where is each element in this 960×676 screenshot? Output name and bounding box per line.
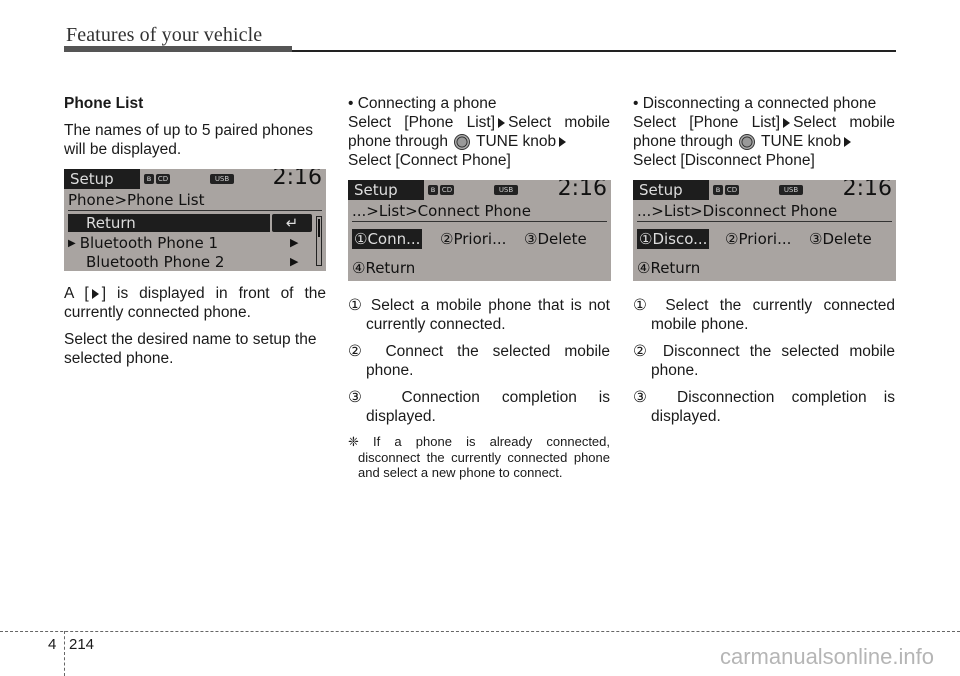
screen-breadcrumb: Phone>Phone List xyxy=(68,190,322,211)
disconnect-step-1: ① Select the currently connected mobile … xyxy=(633,297,895,333)
screen-clock: 2:16 xyxy=(557,180,607,201)
header-rule-thick xyxy=(64,46,292,52)
chevron-right-icon: ▶ xyxy=(290,255,299,268)
column-phone-list-notes: A [] is displayed in front of the curren… xyxy=(64,284,326,376)
header-rule-thin xyxy=(292,50,896,52)
bluetooth-icon: ʙ xyxy=(428,185,438,195)
chevron-right-icon: ▶ xyxy=(290,236,299,249)
screen-mode-label: Setup xyxy=(633,180,709,200)
phone-list-intro: The names of up to 5 paired phones will … xyxy=(64,122,314,158)
connect-step-3: ③ Connection completion is displayed. xyxy=(348,389,610,425)
list-item-label: Bluetooth Phone 2 xyxy=(86,253,225,271)
option-priority[interactable]: ②Priori... xyxy=(440,229,506,249)
disconnect-instructions: Select [Phone List] Select mobile phone t… xyxy=(633,114,896,169)
connect-note: ❈ If a phone is already connected, disco… xyxy=(348,434,610,480)
connect-instructions: Select [Phone List] Select mobile phone t… xyxy=(348,114,611,169)
connect-step-2: ② Connect the selected mobile phone. xyxy=(348,343,610,379)
screen-clock: 2:16 xyxy=(842,180,892,201)
option-return[interactable]: ④Return xyxy=(352,258,415,278)
triangle-right-icon xyxy=(844,136,852,147)
screen-clock: 2:16 xyxy=(272,169,322,190)
column-disconnect-phone: • Disconnecting a connected phone Select… xyxy=(633,94,895,178)
disconnect-step-3: ③ Disconnection completion is displayed. xyxy=(633,389,895,425)
disconnect-step-2: ② Disconnect the selected mobile phone. xyxy=(633,343,895,379)
screen-breadcrumb: ...>List>Connect Phone xyxy=(352,201,607,222)
triangle-right-icon xyxy=(783,117,791,128)
cd-icon: CD xyxy=(725,185,739,195)
watermark: carmanualsonline.info xyxy=(719,644,934,669)
usb-icon: USB xyxy=(494,185,518,195)
screen-status-bar: Setup ʙ CD USB 2:16 xyxy=(64,169,326,190)
scrollbar[interactable] xyxy=(316,216,322,266)
connected-indicator-icon: ▶ xyxy=(68,237,76,249)
option-disconnect[interactable]: ①Disco... xyxy=(637,229,710,249)
triangle-right-icon xyxy=(559,136,567,147)
option-delete[interactable]: ③Delete xyxy=(809,229,872,249)
tune-knob-icon xyxy=(738,133,755,150)
column-disconnect-steps: ① Select the currently connected mobile … xyxy=(633,296,895,434)
scrollbar-thumb[interactable] xyxy=(318,219,320,237)
column-connect-steps: ① Select a mobile phone that is not curr… xyxy=(348,296,610,489)
connected-indicator-note: A [] is displayed in front of the curren… xyxy=(64,285,326,321)
option-priority[interactable]: ②Priori... xyxy=(725,229,791,249)
bluetooth-icon: ʙ xyxy=(713,185,723,195)
footer-vertical-rule xyxy=(64,631,65,676)
screen-status-bar: Setup ʙ CD USB 2:16 xyxy=(348,180,611,201)
column-connect-phone: • Connecting a phone Select [Phone List]… xyxy=(348,94,610,178)
bluetooth-icon: ʙ xyxy=(144,174,154,184)
triangle-right-icon xyxy=(498,117,506,128)
tune-knob-icon xyxy=(453,133,470,150)
bullet-disconnecting: • Disconnecting a connected phone xyxy=(633,95,877,112)
column-phone-list: Phone List The names of up to 5 paired p… xyxy=(64,94,326,167)
chapter-number: 4 xyxy=(48,636,57,653)
return-icon[interactable]: ↵ xyxy=(272,214,312,232)
select-name-note: Select the desired name to setup the sel… xyxy=(64,331,317,367)
screen-mode-label: Setup xyxy=(64,169,140,189)
option-connect[interactable]: ①Conn... xyxy=(352,229,423,249)
heading-phone-list: Phone List xyxy=(64,95,144,112)
list-item-label: Return xyxy=(86,214,136,232)
list-item-bluetooth-phone-1[interactable]: ▶ Bluetooth Phone 1 ▶ xyxy=(68,234,308,253)
list-item-return[interactable]: Return xyxy=(68,214,270,232)
screen-mode-label: Setup xyxy=(348,180,424,200)
screen-status-bar: Setup ʙ CD USB 2:16 xyxy=(633,180,896,201)
connect-step-1: ① Select a mobile phone that is not curr… xyxy=(348,297,610,333)
triangle-right-icon xyxy=(91,288,99,299)
screen-disconnect-phone: Setup ʙ CD USB 2:16 ...>List>Disconnect … xyxy=(633,180,896,281)
cd-icon: CD xyxy=(156,174,170,184)
screen-connect-phone: Setup ʙ CD USB 2:16 ...>List>Connect Pho… xyxy=(348,180,611,281)
list-item-bluetooth-phone-2[interactable]: Bluetooth Phone 2 ▶ xyxy=(68,253,308,271)
option-return[interactable]: ④Return xyxy=(637,258,700,278)
footer-dotted-rule xyxy=(0,631,960,632)
list-item-label: Bluetooth Phone 1 xyxy=(79,234,219,252)
usb-icon: USB xyxy=(210,174,234,184)
cd-icon: CD xyxy=(440,185,454,195)
bullet-connecting: • Connecting a phone xyxy=(348,95,497,112)
usb-icon: USB xyxy=(779,185,803,195)
section-title: Features of your vehicle xyxy=(66,24,263,46)
screen-breadcrumb: ...>List>Disconnect Phone xyxy=(637,201,892,222)
screen-phone-list: Setup ʙ CD USB 2:16 Phone>Phone List Ret… xyxy=(64,169,326,271)
page-number: 214 xyxy=(69,636,95,653)
option-delete[interactable]: ③Delete xyxy=(524,229,587,249)
